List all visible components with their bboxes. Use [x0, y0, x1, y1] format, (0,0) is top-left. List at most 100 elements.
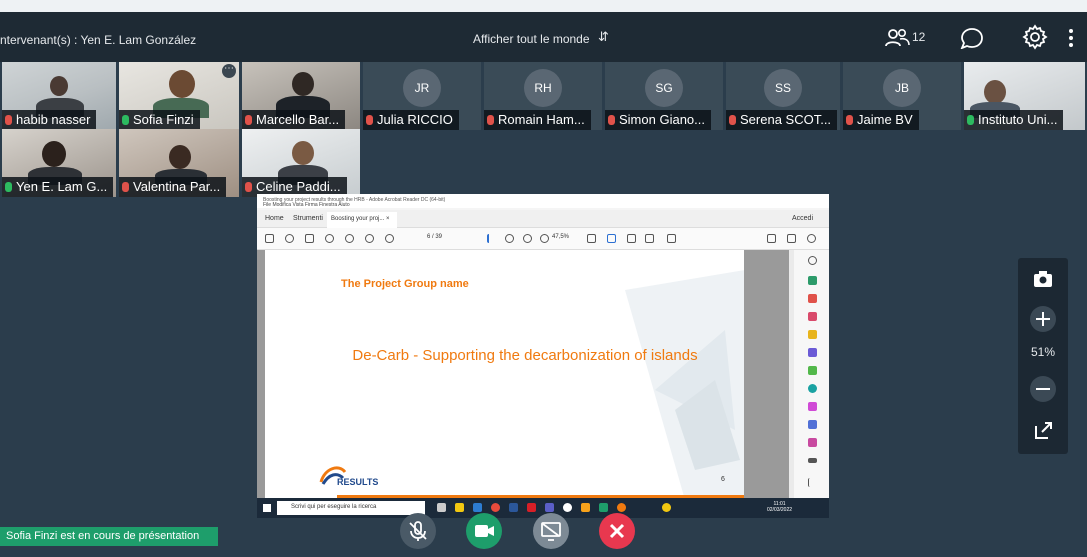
app-icon: [617, 503, 626, 512]
mic-muted-icon: [846, 115, 853, 125]
app-menu: File Modifica Vista Firma Finestra Aiuto: [263, 202, 350, 208]
zoom-select: 47,5%: [552, 234, 570, 240]
speaker-indicator: ntervenant(s) : Yen E. Lam González: [0, 33, 197, 47]
shared-screen[interactable]: Boosting your project results through th…: [257, 194, 829, 518]
taskbar-date: 02/03/2022: [767, 507, 793, 513]
taskbar-clock: 11:01 02/03/2022: [767, 501, 792, 513]
participant-tile[interactable]: Yen E. Lam G...: [2, 129, 116, 197]
document-page: The Project Group name De-Carb - Support…: [265, 250, 744, 498]
pointer-icon: [487, 234, 496, 243]
app-icon: [581, 503, 590, 512]
plus-icon: [1036, 312, 1050, 326]
avatar: JR: [403, 69, 441, 107]
participant-tile[interactable]: Instituto Uni...: [964, 62, 1085, 130]
more-icon[interactable]: ⋯: [222, 64, 236, 78]
zoom-in-button[interactable]: [1030, 306, 1056, 332]
participants-icon[interactable]: [884, 27, 912, 49]
participant-name: Marcello Bar...: [242, 110, 346, 130]
mic-muted-icon: [245, 182, 252, 192]
mic-muted-icon: [729, 115, 736, 125]
participant-tile[interactable]: SG Simon Giano...: [605, 62, 723, 130]
fit-page-icon: [587, 234, 596, 243]
reader-tools-sidebar: [789, 250, 829, 498]
tab-home: Home: [265, 215, 284, 222]
participant-tile[interactable]: ⋯ Sofia Finzi: [119, 62, 239, 130]
mic-muted-icon: [5, 115, 12, 125]
tab-document: Boosting your proj... ×: [327, 212, 397, 228]
sign-icon: [767, 234, 776, 243]
mic-on-icon: [967, 115, 974, 125]
document-margin: [744, 250, 789, 498]
participant-name: Sofia Finzi: [119, 110, 200, 130]
window-top-strip: [0, 0, 1087, 12]
participant-tile[interactable]: JB Jaime BV: [843, 62, 961, 130]
settings-gear-icon[interactable]: [1022, 24, 1048, 50]
pop-out-icon[interactable]: [1030, 418, 1056, 444]
avatar: SS: [764, 69, 802, 107]
close-icon: [609, 523, 625, 539]
scroll-mode-icon: [607, 234, 616, 243]
avatar: JB: [883, 69, 921, 107]
windows-start-icon: [263, 504, 271, 512]
participant-name: Yen E. Lam G...: [2, 177, 114, 197]
zoom-out-icon: [523, 234, 532, 243]
reader-toolbar: 6 / 39 47,5%: [257, 228, 829, 250]
explorer-icon: [455, 503, 464, 512]
participant-tile[interactable]: JR Julia RICCIO: [363, 62, 481, 130]
slide-title: De-Carb - Supporting the decarbonization…: [352, 347, 698, 364]
participant-name: Jaime BV: [843, 110, 919, 130]
task-view-icon: [437, 503, 446, 512]
hand-icon: [505, 234, 514, 243]
participant-name: Valentina Par...: [119, 177, 227, 197]
mic-muted-icon: [487, 115, 494, 125]
chrome-icon: [491, 503, 500, 512]
camera-icon[interactable]: [1030, 266, 1056, 292]
zoom-search-icon: [325, 234, 334, 243]
zoom-out-button[interactable]: [1030, 376, 1056, 402]
participant-tile[interactable]: RH Romain Ham...: [484, 62, 602, 130]
zoom-panel: 51%: [1018, 258, 1068, 454]
word-icon: [509, 503, 518, 512]
camera-button[interactable]: [466, 513, 502, 549]
sign-in-link: Accedi: [792, 215, 814, 222]
app-icon: [563, 503, 572, 512]
page-up-icon: [365, 234, 374, 243]
participant-name: Instituto Uni...: [964, 110, 1064, 130]
share-screen-button[interactable]: [533, 513, 569, 549]
avatar: SG: [645, 69, 683, 107]
show-all-dropdown[interactable]: Afficher tout le monde: [473, 32, 590, 46]
participant-tile[interactable]: Marcello Bar...: [242, 62, 360, 130]
slide-page-number: 6: [721, 476, 725, 483]
upload-icon: [285, 234, 294, 243]
page-indicator: 6 / 39: [427, 234, 443, 240]
logo-text: RESULTS: [337, 477, 379, 487]
chat-icon[interactable]: [960, 27, 984, 49]
document-scrollbar: [789, 250, 794, 498]
participant-name: habib nasser: [2, 110, 97, 130]
leave-call-button[interactable]: [599, 513, 635, 549]
mute-microphone-button[interactable]: [400, 513, 436, 549]
tab-tools: Strumenti: [293, 215, 323, 222]
updown-chevron-icon[interactable]: ⇵: [598, 29, 609, 45]
presenter-status: Sofia Finzi est en cours de présentation: [0, 527, 218, 546]
mic-muted-icon: [409, 521, 427, 541]
participant-name: Romain Ham...: [484, 110, 591, 130]
more-options-icon[interactable]: [1067, 28, 1075, 48]
app-tab-bar: Home Strumenti Boosting your proj... × A…: [257, 210, 829, 228]
avatar: RH: [524, 69, 562, 107]
video-camera-icon: [475, 525, 494, 537]
mic-on-icon: [122, 115, 129, 125]
app-icon: [473, 503, 482, 512]
participant-tile[interactable]: SS Serena SCOT...: [726, 62, 840, 130]
mic-muted-icon: [366, 115, 373, 125]
mic-muted-icon: [122, 182, 129, 192]
participant-tile[interactable]: Valentina Par...: [119, 129, 239, 197]
participant-tile[interactable]: habib nasser: [2, 62, 116, 130]
page-down-icon: [385, 234, 394, 243]
stop-share-icon: [541, 522, 561, 541]
zoom-in-icon: [540, 234, 549, 243]
acrobat-icon: [527, 503, 536, 512]
slide-group-title: The Project Group name: [341, 278, 469, 290]
participant-tile[interactable]: Celine Paddi...: [242, 129, 360, 197]
participant-name: Serena SCOT...: [726, 110, 838, 130]
